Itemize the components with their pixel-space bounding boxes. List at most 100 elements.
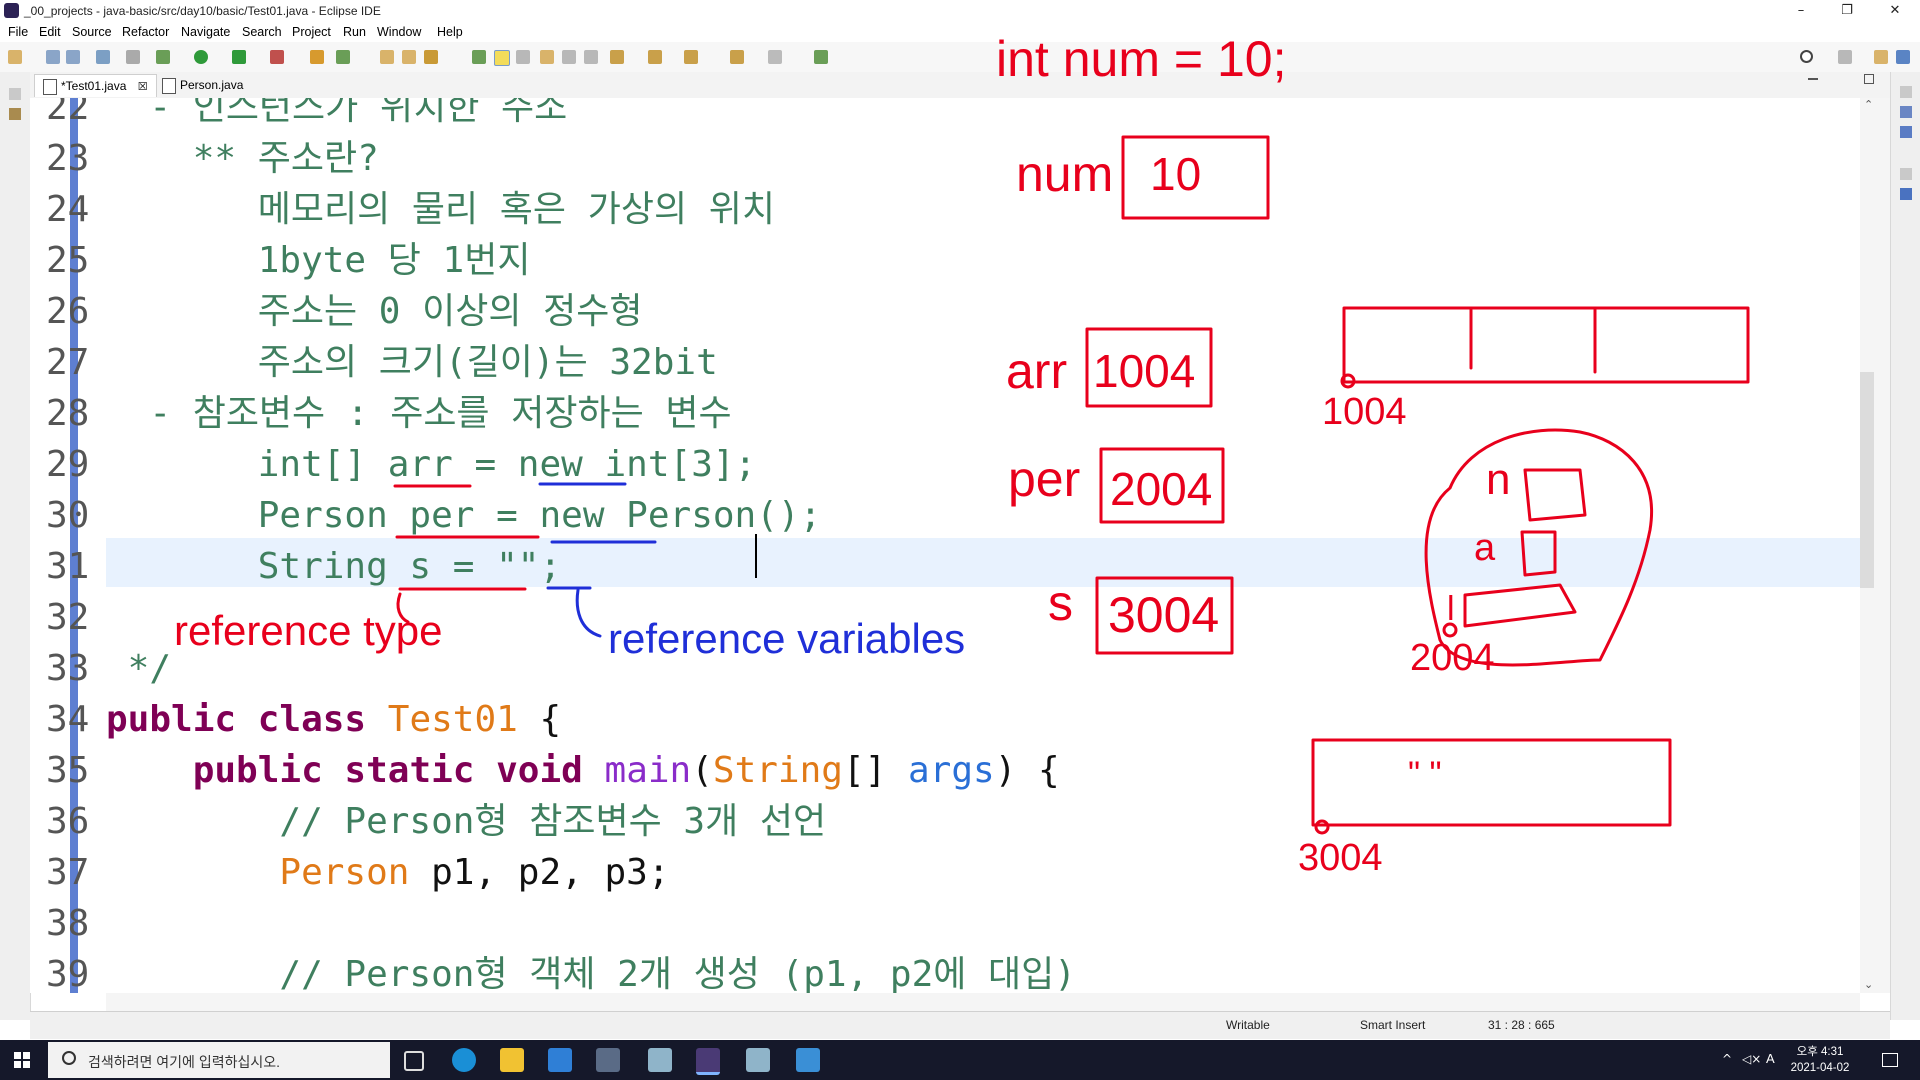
maximize-button[interactable]: ❐ xyxy=(1824,0,1870,22)
java-file-icon xyxy=(43,79,57,95)
new-java-project-icon[interactable] xyxy=(310,50,324,64)
prev-annotation-icon[interactable] xyxy=(648,50,662,64)
notepad-2-icon[interactable] xyxy=(746,1048,770,1072)
windows-start-icon[interactable] xyxy=(14,1052,30,1068)
java-perspective-icon[interactable] xyxy=(1896,50,1910,64)
open-type-icon[interactable] xyxy=(380,50,394,64)
maximize-editor-icon[interactable] xyxy=(1864,74,1874,84)
terminal-icon[interactable] xyxy=(96,50,110,64)
line-number: 32 xyxy=(46,597,90,638)
code-line: 1byte 당 1번지 xyxy=(106,240,531,281)
clock-time: 오후 4:31 xyxy=(1796,1046,1844,1058)
search-icon[interactable] xyxy=(1800,50,1813,63)
new-package-icon[interactable] xyxy=(336,50,350,64)
mail-icon[interactable] xyxy=(548,1048,572,1072)
pilcrow-icon[interactable] xyxy=(584,50,598,64)
outline-icon[interactable] xyxy=(1900,106,1912,118)
menu-window[interactable]: Window xyxy=(377,25,421,39)
code-token: Person xyxy=(279,852,410,893)
block-selection-icon[interactable] xyxy=(540,50,554,64)
status-writable: Writable xyxy=(1226,1018,1270,1032)
menu-search[interactable]: Search xyxy=(242,25,282,39)
close-button[interactable]: ✕ xyxy=(1872,0,1918,22)
code-token: public static void xyxy=(192,750,605,791)
minimize-editor-icon[interactable] xyxy=(1808,78,1818,80)
file-explorer-icon[interactable] xyxy=(500,1048,524,1072)
menu-file[interactable]: File xyxy=(8,25,28,39)
menu-bar: File Edit Source Refactor Navigate Searc… xyxy=(0,22,1920,42)
edge-icon[interactable] xyxy=(452,1048,476,1072)
save-icon[interactable] xyxy=(46,50,60,64)
skip-breakpoints-icon[interactable] xyxy=(126,50,140,64)
speaker-icon[interactable]: ◁× xyxy=(1742,1052,1761,1066)
pin-editor-icon[interactable] xyxy=(814,50,828,64)
task-view-icon[interactable] xyxy=(404,1051,424,1071)
search-tool-icon[interactable] xyxy=(424,50,438,64)
last-edit-icon[interactable] xyxy=(684,50,698,64)
tab-person[interactable]: Person.java xyxy=(154,74,251,96)
task-list-icon[interactable] xyxy=(1900,126,1912,138)
save-all-icon[interactable] xyxy=(66,50,80,64)
menu-run[interactable]: Run xyxy=(343,25,366,39)
debug-icon[interactable] xyxy=(156,50,170,64)
eclipse-taskbar-icon[interactable] xyxy=(696,1048,720,1075)
line-number: 36 xyxy=(46,801,90,842)
menu-source[interactable]: Source xyxy=(72,25,112,39)
code-editor[interactable]: 22 - 인스턴스가 위치한 주소 23 ** 주소란? 24 메모리의 물리 혹은… xyxy=(30,98,1860,993)
next-annotation-icon[interactable] xyxy=(610,50,624,64)
horizontal-scrollbar[interactable] xyxy=(106,993,1860,1011)
menu-refactor[interactable]: Refactor xyxy=(122,25,169,39)
new-icon[interactable] xyxy=(8,50,22,64)
taskbar-clock[interactable]: 오후 4:31 2021-04-02 xyxy=(1780,1044,1860,1076)
menu-edit[interactable]: Edit xyxy=(39,25,61,39)
restore-right-icon[interactable] xyxy=(1900,86,1912,98)
show-whitespace-icon[interactable] xyxy=(562,50,576,64)
code-token: String xyxy=(712,750,843,791)
tab-test01[interactable]: *Test01.java ☒ xyxy=(34,74,157,97)
highlight-icon[interactable] xyxy=(494,50,510,66)
line-number: 34 xyxy=(46,699,90,740)
tab-label: Person.java xyxy=(180,78,244,92)
minimize-button[interactable]: – xyxy=(1778,0,1824,22)
editor-tabs: *Test01.java ☒ Person.java xyxy=(30,72,1890,99)
coverage-icon[interactable] xyxy=(232,50,246,64)
run-icon[interactable] xyxy=(194,50,208,64)
store-icon[interactable] xyxy=(596,1048,620,1072)
back-icon[interactable] xyxy=(730,50,744,64)
line-number: 39 xyxy=(46,954,90,993)
java-ee-perspective-icon[interactable] xyxy=(1874,50,1888,64)
code-line: - 인스턴스가 위치한 주소 xyxy=(106,98,568,128)
vertical-scrollbar[interactable]: ⌃ ⌄ xyxy=(1860,98,1890,993)
console-icon[interactable] xyxy=(1900,188,1912,200)
code-line: 주소의 크기(길이)는 32bit xyxy=(106,342,718,383)
notification-icon[interactable] xyxy=(1882,1053,1898,1067)
tab-close-icon[interactable]: ☒ xyxy=(138,81,148,93)
notepad-icon[interactable] xyxy=(648,1048,672,1072)
tray-chevron-icon[interactable]: ^ xyxy=(1722,1052,1732,1066)
remote-desktop-icon[interactable] xyxy=(796,1048,820,1072)
restore-bottom-icon[interactable] xyxy=(1900,168,1912,180)
word-wrap-icon[interactable] xyxy=(516,50,530,64)
taskbar-search-placeholder: 검색하려면 여기에 입력하십시오. xyxy=(88,1054,280,1070)
open-perspective-icon[interactable] xyxy=(1838,50,1852,64)
external-tools-icon[interactable] xyxy=(270,50,284,64)
taskbar-search-box[interactable]: 검색하려면 여기에 입력하십시오. xyxy=(48,1042,390,1078)
forward-icon[interactable] xyxy=(768,50,782,64)
scroll-thumb[interactable] xyxy=(1860,372,1874,588)
menu-project[interactable]: Project xyxy=(292,25,331,39)
package-explorer-icon[interactable] xyxy=(9,108,21,120)
toggle-markers-icon[interactable] xyxy=(472,50,486,64)
code-token: args xyxy=(907,750,995,791)
menu-help[interactable]: Help xyxy=(437,25,463,39)
line-number: 28 xyxy=(46,393,90,434)
code-token: ) { xyxy=(994,750,1060,791)
menu-navigate[interactable]: Navigate xyxy=(181,25,230,39)
eclipse-icon xyxy=(4,3,19,18)
restore-icon[interactable] xyxy=(9,88,21,100)
line-number: 26 xyxy=(46,291,90,332)
code-token: public class xyxy=(106,699,388,740)
input-language-indicator[interactable]: A xyxy=(1766,1051,1775,1066)
status-insert-mode: Smart Insert xyxy=(1360,1018,1426,1032)
open-folder-icon[interactable] xyxy=(402,50,416,64)
